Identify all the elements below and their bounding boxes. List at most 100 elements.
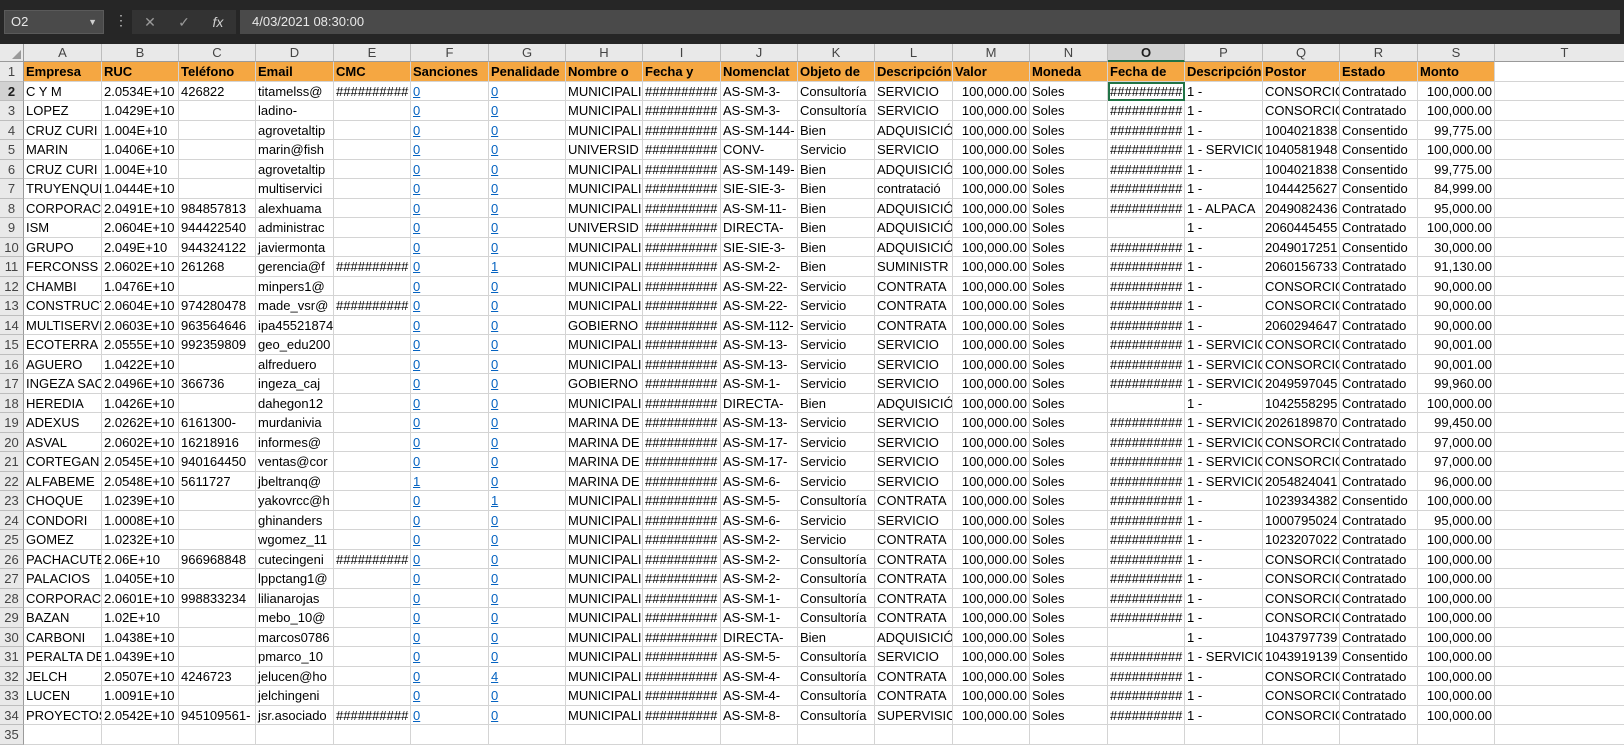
table-cell[interactable]: Soles — [1030, 315, 1108, 335]
table-cell[interactable]: Bien — [798, 218, 875, 238]
table-cell[interactable] — [179, 510, 256, 530]
table-cell[interactable]: ########## — [1108, 647, 1185, 667]
table-cell[interactable]: ########## — [643, 101, 721, 121]
table-cell[interactable]: 0 — [411, 179, 489, 199]
table-cell[interactable] — [1495, 413, 1624, 433]
table-cell[interactable]: Consultoría — [798, 666, 875, 686]
table-cell[interactable]: ########## — [1108, 198, 1185, 218]
table-cell[interactable] — [1495, 608, 1624, 628]
table-cell[interactable]: ########## — [1108, 608, 1185, 628]
table-cell[interactable]: SERVICIO — [875, 140, 953, 160]
table-cell[interactable]: 1 - — [1185, 120, 1263, 140]
table-cell[interactable] — [1495, 569, 1624, 589]
table-cell[interactable]: ########## — [643, 413, 721, 433]
table-cell[interactable]: ########## — [1108, 666, 1185, 686]
table-cell[interactable]: AS-SM-2- — [721, 257, 798, 277]
table-cell[interactable] — [179, 120, 256, 140]
row-header[interactable]: 8 — [0, 198, 24, 218]
table-cell[interactable]: AS-SM-2- — [721, 530, 798, 550]
table-cell[interactable]: 1 - SERVICIO — [1185, 452, 1263, 472]
table-cell[interactable]: SERVICIO — [875, 452, 953, 472]
table-cell[interactable] — [179, 491, 256, 511]
table-cell[interactable] — [334, 179, 411, 199]
table-cell[interactable]: 2026189870 — [1263, 413, 1340, 433]
table-cell[interactable]: 966968848 — [179, 549, 256, 569]
table-cell[interactable]: 2.0604E+10 — [102, 296, 179, 316]
table-cell[interactable]: ########## — [1108, 354, 1185, 374]
table-cell[interactable]: 100,000.00 — [953, 159, 1030, 179]
table-cell[interactable]: ########## — [1108, 374, 1185, 394]
table-cell[interactable]: 2.0542E+10 — [102, 705, 179, 725]
table-cell[interactable]: MULTISERVI — [24, 315, 102, 335]
enter-icon[interactable]: ✓ — [168, 10, 200, 34]
table-cell[interactable]: CONTRATA — [875, 491, 953, 511]
table-cell[interactable]: SIE-SIE-3- — [721, 179, 798, 199]
table-cell[interactable]: AS-SM-2- — [721, 569, 798, 589]
table-cell[interactable]: 963564646 — [179, 315, 256, 335]
table-cell[interactable]: Servicio — [798, 452, 875, 472]
table-cell[interactable]: 2.0507E+10 — [102, 666, 179, 686]
table-cell[interactable]: ########## — [643, 198, 721, 218]
table-cell[interactable]: 0 — [489, 335, 566, 355]
table-cell[interactable]: PALACIOS — [24, 569, 102, 589]
table-cell[interactable]: MUNICIPALI — [566, 159, 643, 179]
table-cell[interactable] — [721, 725, 798, 745]
table-cell[interactable]: Contratado — [1340, 686, 1418, 706]
table-cell[interactable]: Contratado — [1340, 296, 1418, 316]
table-cell[interactable]: 1 - ALPACA — [1185, 198, 1263, 218]
table-cell[interactable]: Soles — [1030, 140, 1108, 160]
table-cell[interactable]: 97,000.00 — [1418, 452, 1495, 472]
table-cell[interactable]: 1 - — [1185, 101, 1263, 121]
table-cell[interactable]: BAZAN — [24, 608, 102, 628]
table-cell[interactable]: 426822 — [179, 81, 256, 101]
table-cell[interactable]: AS-SM-3- — [721, 81, 798, 101]
table-cell[interactable]: ingeza_caj — [256, 374, 334, 394]
table-cell[interactable]: 0 — [411, 608, 489, 628]
table-cell[interactable]: PERALTA DE — [24, 647, 102, 667]
table-cell[interactable] — [334, 413, 411, 433]
column-header-o[interactable]: O — [1108, 44, 1185, 62]
table-cell[interactable]: ########## — [643, 159, 721, 179]
table-cell[interactable]: MUNICIPALI — [566, 354, 643, 374]
row-header[interactable]: 15 — [0, 335, 24, 355]
table-cell[interactable]: 90,000.00 — [1418, 315, 1495, 335]
table-cell[interactable]: ########## — [643, 218, 721, 238]
table-cell[interactable]: ########## — [643, 549, 721, 569]
table-cell[interactable] — [334, 530, 411, 550]
table-cell[interactable]: Servicio — [798, 276, 875, 296]
table-cell[interactable]: 1 - — [1185, 179, 1263, 199]
table-cell[interactable]: 100,000.00 — [1418, 569, 1495, 589]
table-cell[interactable]: LUCEN — [24, 686, 102, 706]
table-cell[interactable]: 100,000.00 — [953, 510, 1030, 530]
table-cell[interactable]: SERVICIO — [875, 413, 953, 433]
table-cell[interactable]: 2.049E+10 — [102, 237, 179, 257]
table-cell[interactable] — [179, 276, 256, 296]
table-cell[interactable]: Consultoría — [798, 569, 875, 589]
row-header[interactable]: 23 — [0, 491, 24, 511]
header-cell[interactable]: Monto — [1418, 62, 1495, 82]
table-cell[interactable]: CHOQUE — [24, 491, 102, 511]
table-cell[interactable]: Consentido — [1340, 120, 1418, 140]
table-cell[interactable] — [179, 608, 256, 628]
table-cell[interactable]: MUNICIPALI — [566, 179, 643, 199]
table-cell[interactable]: 0 — [489, 705, 566, 725]
table-cell[interactable]: ladino- — [256, 101, 334, 121]
table-cell[interactable]: 1.0438E+10 — [102, 627, 179, 647]
table-cell[interactable]: 0 — [411, 491, 489, 511]
table-cell[interactable] — [179, 725, 256, 745]
table-cell[interactable]: 2.0602E+10 — [102, 257, 179, 277]
column-header-f[interactable]: F — [411, 44, 489, 62]
table-cell[interactable]: SERVICIO — [875, 335, 953, 355]
table-cell[interactable] — [1495, 101, 1624, 121]
table-cell[interactable] — [1495, 296, 1624, 316]
table-cell[interactable]: GOBIERNO — [566, 315, 643, 335]
table-cell[interactable]: UNIVERSID — [566, 140, 643, 160]
table-cell[interactable]: ########## — [643, 666, 721, 686]
table-cell[interactable]: 1.0008E+10 — [102, 510, 179, 530]
row-header[interactable]: 13 — [0, 296, 24, 316]
table-cell[interactable]: 100,000.00 — [953, 374, 1030, 394]
table-cell[interactable]: 100,000.00 — [953, 101, 1030, 121]
table-cell[interactable]: contratació — [875, 179, 953, 199]
table-cell[interactable] — [179, 140, 256, 160]
table-cell[interactable]: AS-SM-3- — [721, 101, 798, 121]
